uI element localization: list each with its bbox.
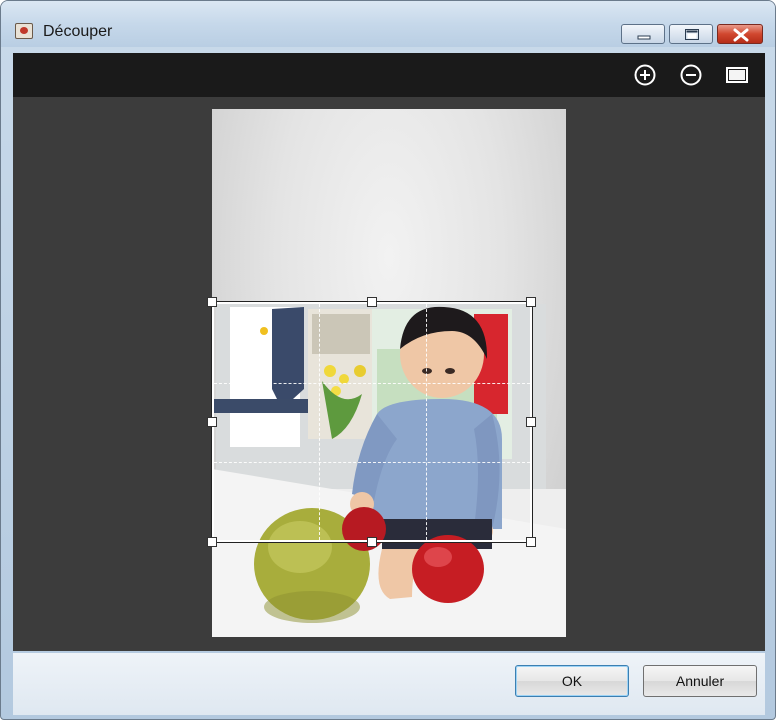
maximize-icon — [685, 29, 699, 40]
cancel-button[interactable]: Annuler — [643, 665, 757, 697]
zoom-in-icon[interactable] — [633, 63, 657, 87]
ok-button[interactable]: OK — [515, 665, 629, 697]
crop-frame[interactable] — [212, 302, 532, 542]
close-button[interactable] — [717, 24, 763, 44]
minimize-icon — [637, 35, 651, 40]
crop-grid-line — [214, 462, 530, 463]
crop-handle-bottom-left[interactable] — [207, 537, 217, 547]
maximize-button[interactable] — [669, 24, 713, 44]
close-icon — [733, 28, 749, 42]
crop-app-icon — [15, 23, 33, 39]
crop-handle-top-left[interactable] — [207, 297, 217, 307]
window-title: Découper — [43, 23, 113, 40]
crop-handle-bottom[interactable] — [367, 537, 377, 547]
crop-grid-line — [319, 304, 320, 540]
crop-handle-top[interactable] — [367, 297, 377, 307]
zoom-out-icon[interactable] — [679, 63, 703, 87]
crop-handle-top-right[interactable] — [526, 297, 536, 307]
minimize-button[interactable] — [621, 24, 665, 44]
dialog-footer: OK Annuler — [13, 653, 765, 715]
title-bar[interactable]: Découper — [1, 1, 775, 47]
fit-window-icon[interactable] — [725, 63, 749, 87]
zoom-toolbar — [13, 53, 765, 97]
crop-grid-line — [426, 304, 427, 540]
crop-handle-left[interactable] — [207, 417, 217, 427]
crop-handle-right[interactable] — [526, 417, 536, 427]
crop-handle-bottom-right[interactable] — [526, 537, 536, 547]
crop-dialog: Découper OK Annuler — [0, 0, 776, 720]
crop-grid-line — [214, 383, 530, 384]
